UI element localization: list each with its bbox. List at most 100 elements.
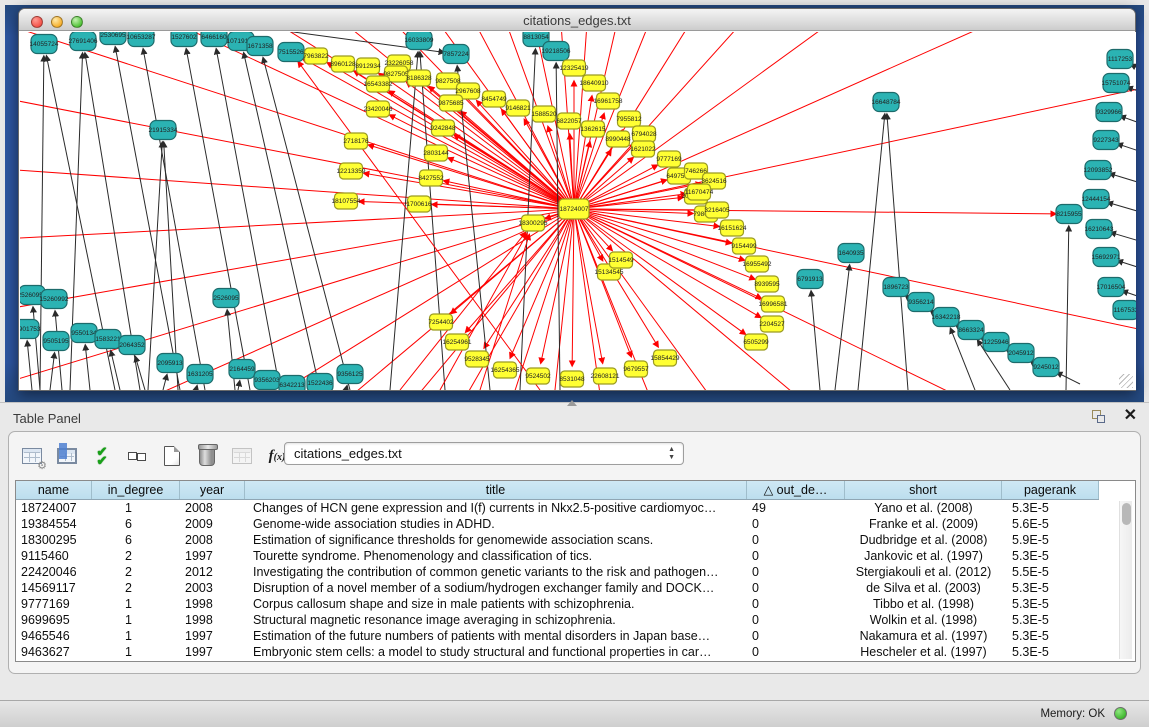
table-row[interactable]: 969969511998Structural magnetic resonanc… — [16, 612, 1135, 628]
network-node[interactable]: 16033809 — [405, 32, 434, 50]
network-node[interactable]: 18640910 — [580, 75, 609, 91]
network-node[interactable]: 18300295 — [519, 215, 548, 231]
column-header-3[interactable]: title — [245, 481, 747, 499]
network-node[interactable]: 15692971 — [1092, 248, 1121, 267]
table-row[interactable]: 1456911722003Disruption of a novel membe… — [16, 580, 1135, 596]
network-node[interactable]: 3216405 — [704, 202, 730, 218]
network-node[interactable]: 9875685 — [438, 95, 464, 111]
network-node[interactable]: 6342213 — [279, 376, 305, 391]
network-window[interactable]: citations_edges.txt 14055724 276914062530… — [18, 8, 1136, 391]
network-node[interactable]: 18724007 — [559, 199, 589, 219]
network-node[interactable]: 2064352 — [119, 336, 145, 355]
network-node[interactable]: 2164459 — [229, 360, 255, 379]
network-node[interactable]: 9242848 — [430, 120, 456, 136]
network-node[interactable]: 2526095 — [213, 289, 239, 308]
network-node[interactable]: 6791913 — [797, 270, 823, 289]
table-settings-icon[interactable]: ⚙ — [19, 443, 45, 469]
network-node[interactable]: 18107554 — [332, 193, 361, 209]
network-node[interactable]: 7963822 — [303, 48, 329, 64]
network-node[interactable]: 9528345 — [464, 351, 490, 367]
network-node[interactable]: 9227343 — [1093, 131, 1119, 150]
network-node[interactable]: 21915334 — [149, 121, 178, 140]
network-window-titlebar[interactable]: citations_edges.txt — [19, 9, 1135, 31]
delete-table-icon[interactable] — [194, 443, 220, 469]
network-node[interactable]: 1522436 — [307, 374, 333, 391]
column-header-6[interactable]: pagerank — [1002, 481, 1099, 499]
network-node[interactable]: 16342218 — [932, 308, 961, 327]
network-node[interactable]: 16648784 — [872, 93, 901, 112]
network-node[interactable]: 17016504 — [1097, 278, 1126, 297]
network-node[interactable]: 1621022 — [630, 141, 656, 157]
network-node[interactable]: 2803144 — [423, 145, 449, 161]
network-node[interactable]: 1640935 — [838, 244, 864, 263]
network-node[interactable]: 16254961 — [443, 334, 472, 350]
network-node[interactable]: 2204527 — [759, 316, 785, 332]
show-columns-icon[interactable] — [54, 443, 80, 469]
network-node[interactable]: 8960128 — [330, 56, 356, 72]
network-node[interactable]: 16961758 — [594, 93, 623, 109]
table-header-row[interactable]: namein_degreeyeartitle△ out_de…shortpage… — [16, 481, 1099, 500]
network-node[interactable]: 15854429 — [651, 350, 680, 366]
window-resize-grip[interactable] — [1119, 374, 1133, 388]
column-header-2[interactable]: year — [180, 481, 245, 499]
network-node[interactable]: 8454749 — [481, 91, 507, 107]
table-row[interactable]: 977716911998Corpus callosum shape and si… — [16, 596, 1135, 612]
network-node[interactable]: 23420046 — [364, 101, 393, 117]
network-node[interactable]: 16254365 — [491, 362, 520, 378]
column-header-0[interactable]: name — [16, 481, 92, 499]
network-node[interactable]: 9356203 — [254, 371, 280, 390]
network-node[interactable]: 16955492 — [743, 256, 772, 272]
network-node[interactable]: 16210643 — [1085, 220, 1114, 239]
network-node[interactable]: 1671358 — [247, 37, 273, 56]
network-node[interactable]: 8215955 — [1056, 205, 1082, 224]
network-node[interactable]: 1896723 — [883, 278, 909, 297]
network-node[interactable]: 7254402 — [428, 314, 454, 330]
network-node[interactable]: 14055724 — [30, 35, 59, 54]
column-header-4[interactable]: △ out_de… — [747, 481, 845, 499]
network-node[interactable]: 9777169 — [656, 151, 682, 167]
network-node[interactable]: 12213359 — [337, 163, 366, 179]
network-node[interactable]: 8990448 — [605, 131, 631, 147]
table-row[interactable]: 911546021997Tourette syndrome. Phenomeno… — [16, 548, 1135, 564]
network-node[interactable]: 1225946 — [983, 333, 1009, 352]
network-node[interactable]: 16543382 — [364, 76, 393, 92]
close-panel-icon[interactable]: ✕ — [1124, 408, 1137, 424]
table-selector-dropdown[interactable]: citations_edges.txt ▲▼ — [284, 442, 684, 465]
network-node[interactable]: 7857224 — [443, 45, 469, 64]
network-node[interactable]: 11670474 — [685, 184, 714, 200]
network-node[interactable]: 6794028 — [631, 126, 657, 142]
network-node[interactable]: 2718176 — [343, 133, 369, 149]
table-scrollbar[interactable] — [1119, 501, 1132, 659]
network-node[interactable]: 8939595 — [754, 276, 780, 292]
network-node[interactable]: 1362615 — [580, 121, 606, 137]
network-node[interactable]: 15260992 — [40, 290, 69, 309]
network-node[interactable]: 8663324 — [958, 321, 984, 340]
network-node[interactable]: 9329966 — [1096, 103, 1122, 122]
network-node[interactable]: 9154499 — [731, 238, 757, 254]
float-panel-icon[interactable] — [1092, 410, 1107, 424]
memory-status-indicator[interactable] — [1114, 707, 1127, 720]
table-scrollbar-thumb[interactable] — [1122, 503, 1131, 525]
network-node[interactable]: 1514549 — [608, 252, 634, 268]
network-node[interactable]: 19218506 — [542, 42, 571, 61]
column-header-5[interactable]: short — [845, 481, 1002, 499]
network-node[interactable]: 7955812 — [616, 111, 642, 127]
network-node[interactable]: 9679557 — [623, 361, 649, 377]
network-node[interactable]: 27691406 — [69, 32, 98, 51]
network-node[interactable]: 15751074 — [1102, 74, 1131, 93]
network-node[interactable]: 2095913 — [157, 354, 183, 373]
network-node[interactable]: 16151624 — [718, 220, 747, 236]
network-node[interactable]: 2530695 — [100, 32, 126, 45]
network-node[interactable]: 8427552 — [418, 170, 444, 186]
network-canvas[interactable]: 1405572427691406253069510653287152760264… — [20, 32, 1136, 390]
network-node[interactable]: 9356214 — [908, 293, 934, 312]
network-node[interactable]: 9505195 — [43, 332, 69, 351]
network-node[interactable]: 10653287 — [127, 32, 156, 47]
network-node[interactable]: 8186328 — [406, 70, 432, 86]
new-table-icon[interactable] — [159, 443, 185, 469]
network-node[interactable]: 9524502 — [525, 368, 551, 384]
network-node[interactable]: 6822057 — [556, 113, 582, 129]
network-node[interactable]: 9356125 — [337, 365, 363, 384]
table-row[interactable]: 946554611997Estimation of the future num… — [16, 628, 1135, 644]
table-row[interactable]: 946362711997Embryonic stem cells: a mode… — [16, 644, 1135, 660]
